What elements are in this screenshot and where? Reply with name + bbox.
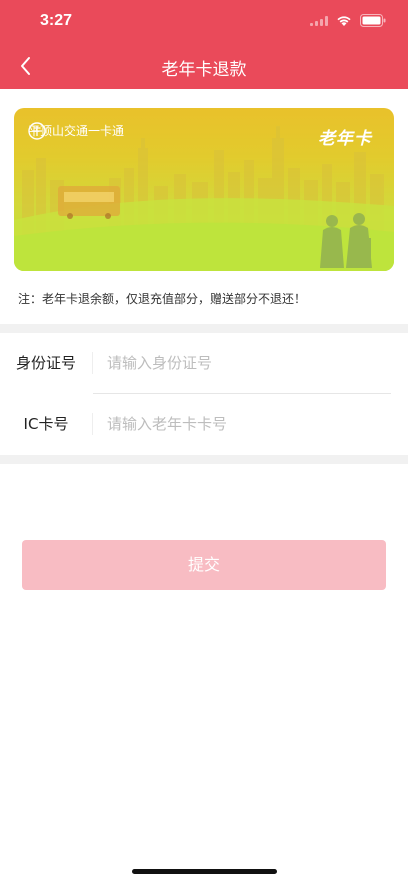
id-number-input[interactable] xyxy=(107,354,367,372)
section-divider-bottom xyxy=(0,455,408,464)
home-indicator xyxy=(132,869,277,874)
ic-number-row: IC卡号 xyxy=(0,394,408,454)
refund-note: 注：老年卡退余额，仅退充值部分，赠送部分不退还！ xyxy=(18,292,307,306)
transit-logo-icon xyxy=(28,122,46,140)
status-time: 3:27 xyxy=(40,12,73,29)
app-header: 3:27 老年卡退款 xyxy=(0,0,408,89)
card-brand: 平顶山交通一卡通 xyxy=(28,122,124,140)
senior-card-image: 平顶山交通一卡通 老年卡 xyxy=(14,108,394,271)
id-number-label: 身份证号 xyxy=(0,352,93,374)
signal-icon xyxy=(310,15,328,26)
bus-illustration xyxy=(58,186,120,219)
status-icons xyxy=(310,14,386,27)
ic-number-label: IC卡号 xyxy=(0,413,93,435)
page-title: 老年卡退款 xyxy=(161,60,247,80)
battery-icon xyxy=(360,14,386,27)
submit-button[interactable]: 提交 xyxy=(22,540,386,590)
card-type-label: 老年卡 xyxy=(318,129,372,149)
id-number-row: 身份证号 xyxy=(0,333,408,393)
section-divider-top xyxy=(0,324,408,333)
ic-number-input[interactable] xyxy=(107,415,367,433)
wifi-icon xyxy=(337,15,351,26)
